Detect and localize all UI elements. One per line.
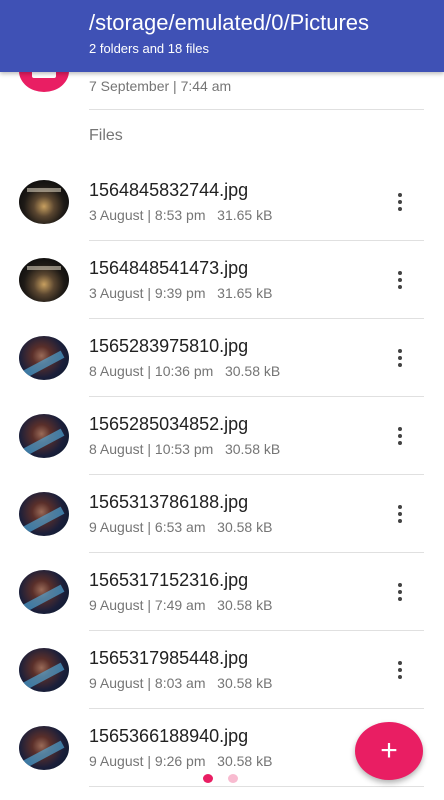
folder-summary: 2 folders and 18 files xyxy=(89,41,209,56)
file-name: 1564848541473.jpg xyxy=(89,258,249,278)
file-size: 30.58 kB xyxy=(224,363,281,379)
file-meta: 8 August | 10:53 pm 30.58 kB xyxy=(89,441,280,457)
page-indicator xyxy=(203,774,243,784)
file-size: 30.58 kB xyxy=(217,597,273,613)
file-size: 30.58 kB xyxy=(224,441,281,457)
file-thumbnail xyxy=(19,492,69,536)
more-options-icon[interactable] xyxy=(388,581,412,603)
file-list-item[interactable]: 1565313786188.jpg 9 August | 6:53 am 30.5… xyxy=(0,475,444,553)
file-thumbnail xyxy=(19,258,69,302)
file-list-item[interactable]: 1565317985448.jpg 9 August | 8:03 am 30.5… xyxy=(0,631,444,709)
file-name: 1565317152316.jpg xyxy=(89,570,249,590)
divider xyxy=(89,786,424,787)
file-list-item[interactable]: 1565317152316.jpg 9 August | 7:49 am 30.5… xyxy=(0,553,444,631)
file-meta: 9 August | 8:03 am 30.58 kB xyxy=(89,675,272,691)
more-options-icon[interactable] xyxy=(388,269,412,291)
file-list-item[interactable]: 1565283975810.jpg 8 August | 10:36 pm 30.… xyxy=(0,319,444,397)
file-meta: 8 August | 10:36 pm 30.58 kB xyxy=(89,363,280,379)
more-options-icon[interactable] xyxy=(388,503,412,525)
file-meta: 9 August | 7:49 am 30.58 kB xyxy=(89,597,272,613)
more-options-icon[interactable] xyxy=(388,659,412,681)
file-thumbnail xyxy=(19,336,69,380)
divider xyxy=(89,109,424,110)
file-name: 1565317985448.jpg xyxy=(89,648,249,668)
page-dot-inactive[interactable] xyxy=(228,774,238,783)
file-size: 30.58 kB xyxy=(217,675,273,691)
file-thumbnail xyxy=(19,648,69,692)
more-options-icon[interactable] xyxy=(388,347,412,369)
file-thumbnail xyxy=(19,414,69,458)
file-size: 31.65 kB xyxy=(217,207,273,223)
file-date: 3 August | 9:39 pm xyxy=(89,285,206,301)
file-date: 8 August | 10:53 pm xyxy=(89,441,214,457)
file-meta: 9 August | 9:26 pm 30.58 kB xyxy=(89,753,272,769)
file-list-item[interactable]: 1564848541473.jpg 3 August | 9:39 pm 31.6… xyxy=(0,241,444,319)
page-dot-active[interactable] xyxy=(203,774,213,783)
more-options-icon[interactable] xyxy=(388,191,412,213)
file-thumbnail xyxy=(19,570,69,614)
file-meta: 3 August | 8:53 pm 31.65 kB xyxy=(89,207,272,223)
file-browser-screen: /storage/emulated/0/Pictures 2 folders a… xyxy=(0,0,444,800)
file-size: 30.58 kB xyxy=(217,519,273,535)
file-list-item[interactable]: 1564845832744.jpg 3 August | 8:53 pm 31.6… xyxy=(0,163,444,241)
file-date: 9 August | 7:49 am xyxy=(89,597,206,613)
file-name: 1565366188940.jpg xyxy=(89,726,249,746)
current-path: /storage/emulated/0/Pictures xyxy=(89,10,370,35)
file-size: 30.58 kB xyxy=(217,753,273,769)
add-button[interactable]: + xyxy=(355,722,423,780)
file-list-item[interactable]: 1565285034852.jpg 8 August | 10:53 pm 30.… xyxy=(0,397,444,475)
file-name: 1565313786188.jpg xyxy=(89,492,249,512)
file-size: 31.65 kB xyxy=(217,285,273,301)
more-options-icon[interactable] xyxy=(388,425,412,447)
file-date: 9 August | 6:53 am xyxy=(89,519,206,535)
files-section-label: Files xyxy=(89,127,123,144)
file-date: 9 August | 9:26 pm xyxy=(89,753,206,769)
file-meta: 9 August | 6:53 am 30.58 kB xyxy=(89,519,272,535)
app-header: /storage/emulated/0/Pictures 2 folders a… xyxy=(0,0,444,72)
file-date: 3 August | 8:53 pm xyxy=(89,207,206,223)
file-thumbnail xyxy=(19,726,69,770)
file-name: 1565285034852.jpg xyxy=(89,414,249,434)
folder-meta: 7 September | 7:44 am xyxy=(89,78,232,94)
file-meta: 3 August | 9:39 pm 31.65 kB xyxy=(89,285,272,301)
file-date: 8 August | 10:36 pm xyxy=(89,363,214,379)
file-name: 1565283975810.jpg xyxy=(89,336,249,356)
file-thumbnail xyxy=(19,180,69,224)
file-list: 1564845832744.jpg 3 August | 8:53 pm 31.6… xyxy=(0,163,444,787)
file-date: 9 August | 8:03 am xyxy=(89,675,206,691)
file-name: 1564845832744.jpg xyxy=(89,180,249,200)
